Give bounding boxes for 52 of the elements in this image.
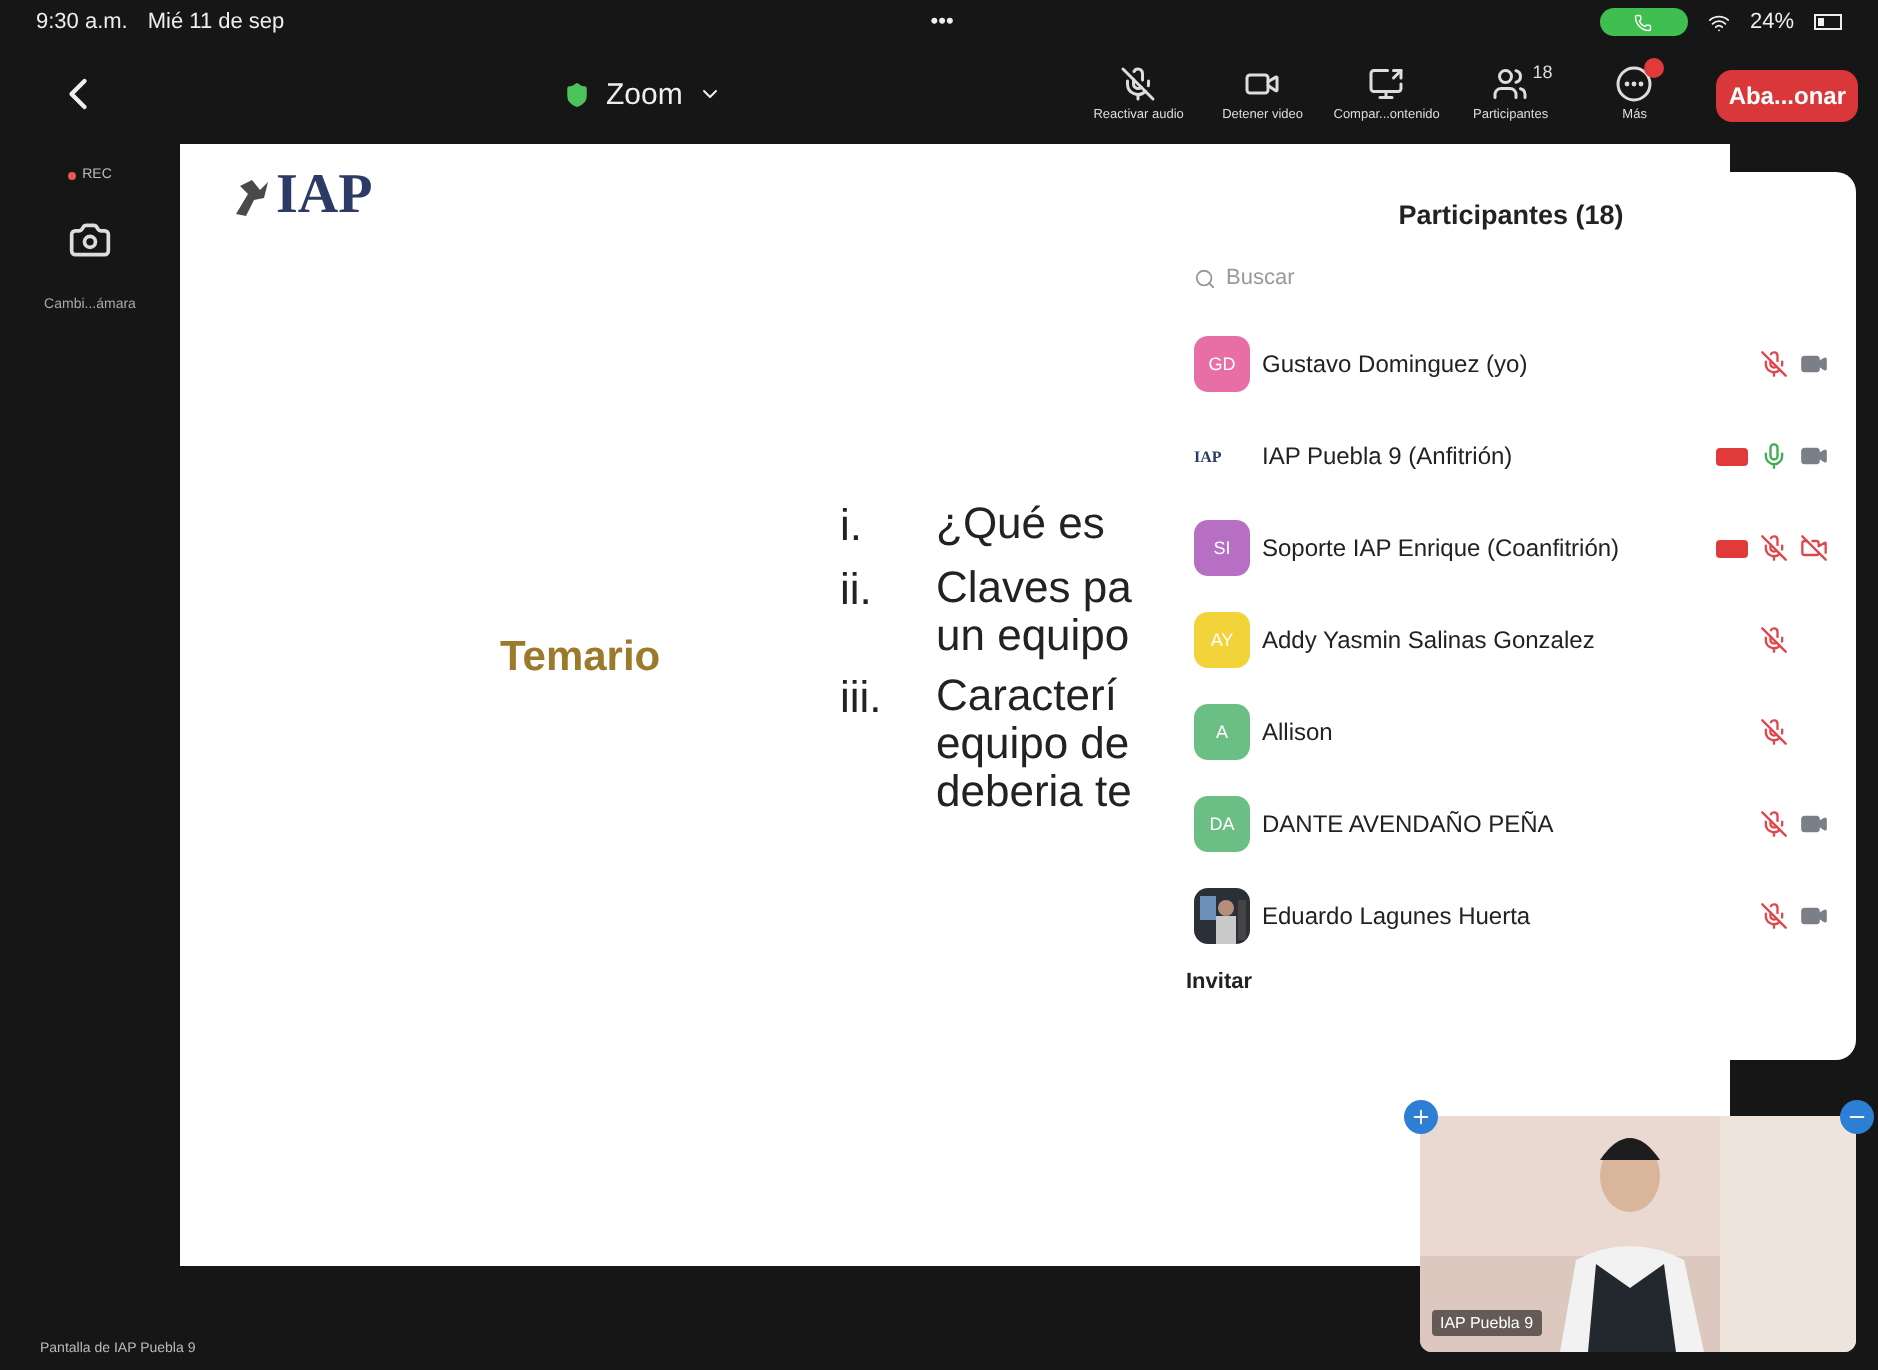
meeting-title-button[interactable]: Zoom: [564, 77, 723, 111]
leaping-figure-icon: [232, 174, 272, 218]
participant-name: DANTE AVENDAÑO PEÑA: [1262, 810, 1556, 838]
multitask-dots[interactable]: •••: [930, 10, 954, 34]
people-icon: [1492, 66, 1529, 102]
avatar: GD: [1194, 336, 1250, 392]
invite-link[interactable]: Invitar: [1166, 962, 1273, 1002]
list-text: deberia te: [936, 767, 1132, 815]
battery-percent: 24%: [1749, 10, 1794, 34]
list-text: Caracterí: [936, 671, 1119, 719]
list-text: ¿Qué es: [936, 499, 1107, 547]
status-date: Mié 11 de sep: [147, 10, 285, 34]
avatar: A: [1194, 704, 1250, 760]
list-text: equipo de: [936, 719, 1132, 767]
slide-title: Temario: [500, 633, 663, 681]
logo-text: IAP: [276, 164, 373, 228]
participant-row[interactable]: Eduardo Lagunes Huerta: [1166, 870, 1856, 962]
avatar: AY: [1194, 612, 1250, 668]
participant-row[interactable]: AY Addy Yasmin Salinas Gonzalez: [1166, 594, 1856, 686]
participant-row[interactable]: SI Soporte IAP Enrique (Coanfitrión): [1166, 502, 1856, 594]
participant-row[interactable]: DA DANTE AVENDAÑO PEÑA: [1166, 778, 1856, 870]
list-text: un equipo: [936, 611, 1130, 659]
wifi-icon: [1707, 11, 1730, 33]
list-number: iii.: [840, 671, 884, 725]
panel-title: Participantes (18): [1396, 198, 1626, 234]
share-screen-icon: [1368, 66, 1405, 102]
shield-icon: [564, 81, 590, 107]
minimize-icon[interactable]: [1840, 1100, 1874, 1134]
leave-button[interactable]: Aba...onar: [1716, 70, 1858, 122]
participant-name: Soporte IAP Enrique (Coanfitrión): [1262, 534, 1622, 562]
battery-icon: [1814, 14, 1842, 30]
participant-row[interactable]: A Allison: [1166, 686, 1856, 778]
participant-row[interactable]: GD Gustavo Dominguez (yo): [1166, 318, 1856, 410]
participant-name: IAP Puebla 9 (Anfitrión): [1262, 442, 1515, 470]
participant-name: Addy Yasmin Salinas Gonzalez: [1262, 626, 1597, 654]
participant-row[interactable]: IAP IAP Puebla 9 (Anfitrión): [1166, 410, 1856, 502]
more-icon: [1616, 66, 1653, 102]
avatar: DA: [1194, 796, 1250, 852]
avatar: SI: [1194, 520, 1250, 576]
list-text: Claves pa: [936, 563, 1132, 611]
status-time: 9:30 a.m.: [36, 10, 128, 34]
participant-name: Gustavo Dominguez (yo): [1262, 350, 1530, 378]
camera-icon[interactable]: [68, 218, 112, 262]
microphone-muted-icon: [1120, 66, 1157, 102]
list-number: ii.: [840, 563, 874, 617]
participant-name: Allison: [1262, 718, 1335, 746]
search-icon: [1194, 267, 1216, 289]
participant-name: Eduardo Lagunes Huerta: [1262, 902, 1533, 930]
list-number: i.: [840, 499, 864, 551]
call-indicator[interactable]: [1599, 8, 1688, 36]
avatar-logo: IAP: [1194, 447, 1224, 465]
video-name-label: IAP Puebla 9: [1432, 1310, 1542, 1336]
